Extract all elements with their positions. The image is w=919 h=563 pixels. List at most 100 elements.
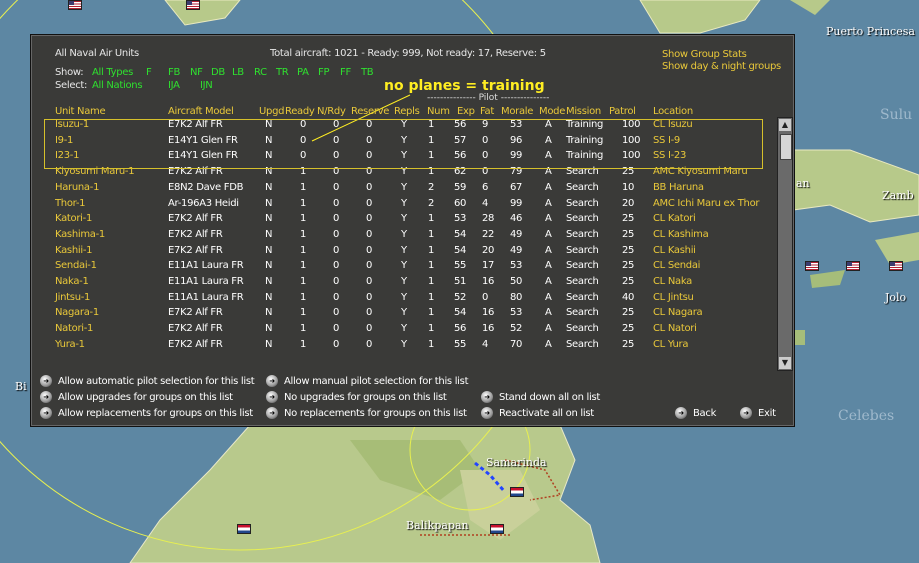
cell-location[interactable]: CL Naka — [653, 276, 692, 287]
cell-location[interactable]: CL Natori — [653, 323, 697, 334]
select-ijn[interactable]: IJN — [200, 80, 213, 91]
pilot-column-group-label: --------------- Pilot --------------- — [427, 93, 550, 103]
arrow-button-icon[interactable]: ➜ — [266, 375, 278, 387]
filter-fb[interactable]: FB — [168, 67, 180, 78]
col-reserve[interactable]: Reserve — [351, 106, 389, 117]
no-replacements-option[interactable]: ➜ No replacements for groups on this list — [266, 407, 467, 419]
cell-location[interactable]: AMC Ichi Maru ex Thor — [653, 198, 760, 209]
cell-exp: 54 — [454, 228, 467, 240]
filter-all-types[interactable]: All Types — [92, 67, 133, 78]
cell-unit-name[interactable]: Sendai-1 — [55, 260, 97, 271]
filter-lb[interactable]: LB — [232, 67, 244, 78]
arrow-button-icon[interactable]: ➜ — [266, 407, 278, 419]
us-flag-icon[interactable] — [186, 0, 200, 10]
col-nrdy[interactable]: N/Rdy — [317, 106, 346, 117]
table-row[interactable]: Naka-1 E11A1 Laura FR N 1 0 0 Y 1 51 16 50 A Search 2… — [30, 275, 775, 290]
table-row[interactable]: Yura-1 E7K2 Alf FR N 1 0 0 Y 1 55 4 70 A Search 25 CL … — [30, 338, 775, 353]
cell-unit-name[interactable]: Nagara-1 — [55, 307, 99, 318]
table-row[interactable]: Sendai-1 E11A1 Laura FR N 1 0 0 Y 1 55 17 53 A Searc… — [30, 259, 775, 274]
no-upgrades-option[interactable]: ➜ No upgrades for groups on this list — [266, 391, 447, 403]
table-row[interactable]: Natori-1 E7K2 Alf FR N 1 0 0 Y 1 56 16 52 A Search 25… — [30, 322, 775, 337]
table-scrollbar[interactable]: ▲ ▼ — [777, 117, 793, 371]
cell-unit-name[interactable]: Kashii-1 — [55, 245, 92, 256]
table-row[interactable]: Nagara-1 E7K2 Alf FR N 1 0 0 Y 1 54 16 53 A Search 25… — [30, 306, 775, 321]
cell-location[interactable]: CL Katori — [653, 213, 696, 224]
col-mission[interactable]: Mission — [566, 106, 601, 117]
cell-unit-name[interactable]: Natori-1 — [55, 323, 93, 334]
cell-unit-name[interactable]: Yura-1 — [55, 339, 85, 350]
col-location[interactable]: Location — [653, 106, 693, 117]
back-button[interactable]: ➜ Back — [675, 407, 716, 419]
table-row[interactable]: Kashima-1 E7K2 Alf FR N 1 0 0 Y 1 54 22 49 A Search 2… — [30, 228, 775, 243]
allow-manual-pilot-option[interactable]: ➜ Allow manual pilot selection for this l… — [266, 375, 469, 387]
col-aircraft-model[interactable]: Aircraft Model — [168, 106, 234, 117]
show-group-stats-link[interactable]: Show Group Stats — [662, 49, 747, 60]
cell-location[interactable]: BB Haruna — [653, 182, 704, 193]
filter-fp[interactable]: FP — [318, 67, 329, 78]
cell-unit-name[interactable]: Kashima-1 — [55, 229, 105, 240]
filter-rc[interactable]: RC — [254, 67, 267, 78]
col-unit-name[interactable]: Unit Name — [55, 106, 106, 117]
table-row[interactable]: Thor-1 Ar-196A3 Heidi N 1 0 0 Y 2 60 4 99 A Search 20… — [30, 197, 775, 212]
arrow-button-icon[interactable]: ➜ — [481, 391, 493, 403]
col-upgd[interactable]: Upgd — [259, 106, 284, 117]
filter-db[interactable]: DB — [211, 67, 225, 78]
select-all-nations[interactable]: All Nations — [92, 80, 143, 91]
dutch-flag-icon[interactable] — [237, 524, 251, 534]
table-row[interactable]: Kashii-1 E7K2 Alf FR N 1 0 0 Y 1 54 20 49 A Search 25… — [30, 244, 775, 259]
us-flag-icon[interactable] — [889, 261, 903, 271]
show-day-night-link[interactable]: Show day & night groups — [662, 61, 781, 72]
us-flag-icon[interactable] — [805, 261, 819, 271]
cell-location[interactable]: CL Jintsu — [653, 292, 694, 303]
us-flag-icon[interactable] — [68, 0, 82, 10]
filter-tb[interactable]: TB — [361, 67, 374, 78]
arrow-button-icon[interactable]: ➜ — [266, 391, 278, 403]
filter-f[interactable]: F — [146, 67, 152, 78]
arrow-button-icon[interactable]: ➜ — [740, 407, 752, 419]
filter-nf[interactable]: NF — [190, 67, 203, 78]
col-num[interactable]: Num — [427, 106, 450, 117]
cell-unit-name[interactable]: Jintsu-1 — [55, 292, 90, 303]
scroll-down-arrow-icon[interactable]: ▼ — [779, 357, 791, 369]
col-exp[interactable]: Exp — [457, 106, 475, 117]
arrow-button-icon[interactable]: ➜ — [40, 375, 52, 387]
filter-pa[interactable]: PA — [297, 67, 309, 78]
us-flag-icon[interactable] — [846, 261, 860, 271]
allow-auto-pilot-option[interactable]: ➜ Allow automatic pilot selection for thi… — [40, 375, 255, 387]
scroll-thumb[interactable] — [780, 134, 792, 160]
filter-ff[interactable]: FF — [340, 67, 351, 78]
col-morale[interactable]: Morale — [501, 106, 533, 117]
col-patrol[interactable]: Patrol — [609, 106, 636, 117]
table-row[interactable]: Haruna-1 E8N2 Dave FDB N 1 0 0 Y 2 59 6 67 A Search 1… — [30, 181, 775, 196]
select-ija[interactable]: IJA — [168, 80, 180, 91]
col-mode[interactable]: Mode — [539, 106, 565, 117]
table-row[interactable]: Katori-1 E7K2 Alf FR N 1 0 0 Y 1 53 28 46 A Search 25… — [30, 212, 775, 227]
arrow-button-icon[interactable]: ➜ — [40, 407, 52, 419]
cell-unit-name[interactable]: Naka-1 — [55, 276, 89, 287]
scroll-up-arrow-icon[interactable]: ▲ — [779, 119, 791, 131]
dutch-flag-icon[interactable] — [490, 524, 504, 534]
col-ready[interactable]: Ready — [285, 106, 315, 117]
cell-location[interactable]: CL Kashii — [653, 245, 696, 256]
stand-down-all-option[interactable]: ➜ Stand down all on list — [481, 391, 600, 403]
arrow-button-icon[interactable]: ➜ — [481, 407, 493, 419]
cell-unit-name[interactable]: Thor-1 — [55, 198, 86, 209]
col-repls[interactable]: Repls — [394, 106, 420, 117]
cell-location[interactable]: CL Yura — [653, 339, 688, 350]
cell-location[interactable]: CL Sendai — [653, 260, 700, 271]
filter-tr[interactable]: TR — [276, 67, 289, 78]
arrow-button-icon[interactable]: ➜ — [40, 391, 52, 403]
col-fat[interactable]: Fat — [480, 106, 494, 117]
cell-location[interactable]: CL Kashima — [653, 229, 709, 240]
map-label-sulu: Sulu — [880, 107, 913, 123]
cell-unit-name[interactable]: Katori-1 — [55, 213, 92, 224]
exit-button[interactable]: ➜ Exit — [740, 407, 776, 419]
cell-location[interactable]: CL Nagara — [653, 307, 703, 318]
dutch-flag-icon[interactable] — [510, 487, 524, 497]
table-row[interactable]: Jintsu-1 E11A1 Laura FR N 1 0 0 Y 1 52 0 80 A Search… — [30, 291, 775, 306]
reactivate-all-option[interactable]: ➜ Reactivate all on list — [481, 407, 594, 419]
allow-upgrades-option[interactable]: ➜ Allow upgrades for groups on this list — [40, 391, 233, 403]
cell-unit-name[interactable]: Haruna-1 — [55, 182, 99, 193]
allow-replacements-option[interactable]: ➜ Allow replacements for groups on this l… — [40, 407, 253, 419]
arrow-button-icon[interactable]: ➜ — [675, 407, 687, 419]
